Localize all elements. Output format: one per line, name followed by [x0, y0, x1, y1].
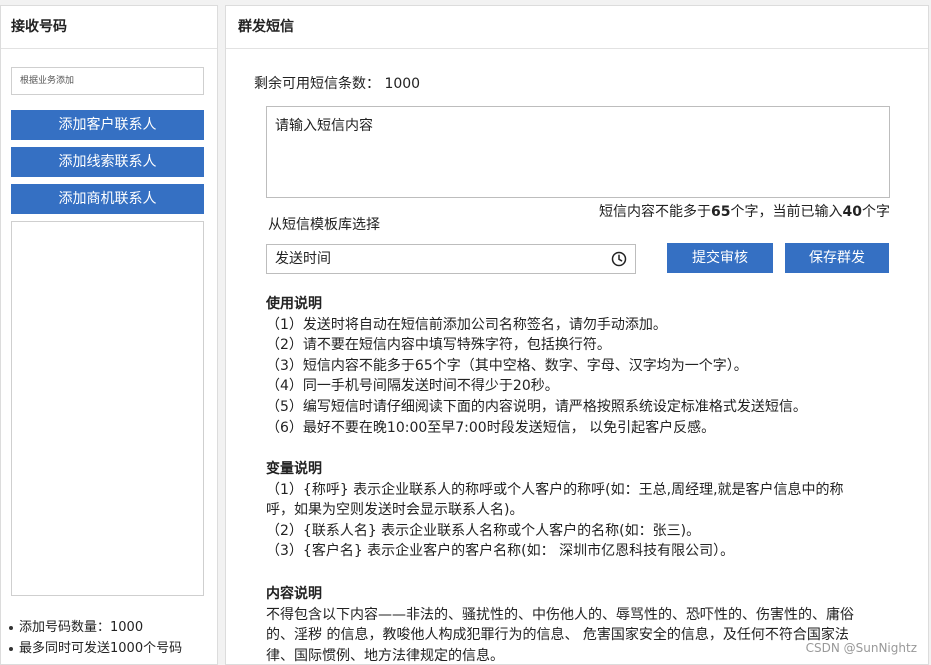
bullet-icon [9, 646, 13, 651]
recipient-panel-title: 接收号码 [1, 6, 217, 49]
variables-title: 变量说明 [266, 461, 322, 477]
char-limit-max: 65 [711, 204, 731, 220]
usage-item: （5）编写短信时请仔细阅读下面的内容说明，请严格按照系统设定标准格式发送短信。 [266, 398, 807, 415]
variable-item: （3）{客户名} 表示企业客户的客户名称(如： 深圳市亿恩科技有限公司）。 [266, 543, 735, 560]
content-instructions: 内容说明 不得包含以下内容——非法的、骚扰性的、中伤他人的、辱骂性的、恐吓性的、… [266, 584, 870, 665]
sms-content-input[interactable] [266, 106, 890, 198]
variable-item: （2）{联系人名} 表示企业联系人名称或个人客户的名称(如：张三)。 [266, 522, 701, 539]
submit-review-button[interactable]: 提交审核 [667, 243, 773, 273]
usage-instructions: 使用说明 （1）发送时将自动在短信前添加公司名称签名，请勿手动添加。 （2）请不… [266, 294, 896, 438]
add-opportunity-contact-button[interactable]: 添加商机联系人 [11, 184, 204, 214]
bullet-icon [9, 625, 13, 630]
content-text: 不得包含以下内容——非法的、骚扰性的、中伤他人的、辱骂性的、恐吓性的、伤害性的、… [266, 606, 854, 664]
watermark: CSDN @SunNightz [805, 641, 917, 655]
template-library-link[interactable]: 从短信模板库选择 [268, 214, 380, 234]
bulk-sms-panel: 群发短信 剩余可用短信条数： 1000 从短信模板库选择 短信内容不能多于65个… [225, 5, 929, 665]
add-lead-contact-button[interactable]: 添加线索联系人 [11, 147, 204, 177]
business-search-input[interactable] [11, 67, 204, 95]
usage-item: （2）请不要在短信内容中填写特殊字符，包括换行符。 [266, 337, 611, 354]
char-count-current: 40 [842, 204, 862, 220]
max-numbers-note: 最多同时可发送1000个号码 [9, 637, 182, 656]
char-limit-status: 短信内容不能多于65个字，当前已输入40个字 [599, 204, 890, 220]
recipient-list[interactable] [11, 221, 204, 596]
send-time-field[interactable] [266, 244, 636, 274]
variable-item: （1）{称呼} 表示企业联系人的称呼或个人客户的称呼(如：王总,周经理,就是客户… [266, 481, 844, 519]
bulk-sms-panel-title: 群发短信 [226, 6, 928, 49]
usage-item: （4）同一手机号间隔发送时间不得少于20秒。 [266, 378, 559, 395]
send-time-input[interactable] [267, 245, 597, 273]
usage-item: （6）最好不要在晚10:00至早7:00时段发送短信， 以免引起客户反感。 [266, 419, 716, 436]
remaining-sms-count: 剩余可用短信条数： 1000 [254, 76, 421, 92]
save-bulk-sms-button[interactable]: 保存群发 [785, 243, 889, 273]
number-count-note: 添加号码数量：1000 [9, 616, 143, 635]
content-title: 内容说明 [266, 586, 322, 602]
usage-title: 使用说明 [266, 296, 322, 312]
usage-item: （1）发送时将自动在短信前添加公司名称签名，请勿手动添加。 [266, 316, 667, 333]
recipient-panel: 接收号码 添加客户联系人 添加线索联系人 添加商机联系人 添加号码数量：1000… [0, 5, 218, 665]
add-customer-contact-button[interactable]: 添加客户联系人 [11, 110, 204, 140]
variable-instructions: 变量说明 （1）{称呼} 表示企业联系人的称呼或个人客户的称呼(如：王总,周经理… [266, 459, 868, 562]
usage-item: （3）短信内容不能多于65个字（其中空格、数字、字母、汉字均为一个字）。 [266, 357, 748, 374]
clock-icon[interactable] [611, 251, 627, 267]
